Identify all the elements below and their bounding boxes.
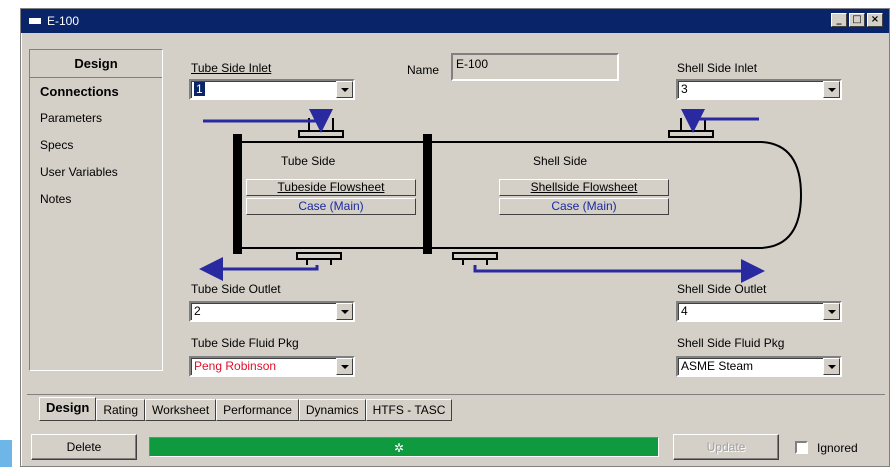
name-field[interactable]: E-100 (451, 53, 619, 81)
system-menu-icon[interactable] (29, 18, 41, 24)
delete-button[interactable]: Delete (31, 434, 137, 460)
tab-design[interactable]: Design (39, 397, 97, 421)
tube-outlet-nozzle (296, 252, 342, 260)
chevron-down-icon[interactable] (336, 358, 353, 375)
tube-sheet-left (233, 134, 242, 254)
ignored-label: Ignored (817, 441, 858, 455)
shell-side-outlet-select[interactable]: 4 (676, 301, 842, 322)
tube-side-inlet-select[interactable]: 1 (189, 79, 355, 100)
shellside-case-button[interactable]: Case (Main) (499, 198, 669, 215)
tube-side-outlet-value: 2 (194, 304, 201, 318)
shell-side-fluid-pkg-value: ASME Steam (681, 359, 754, 373)
tab-divider (27, 394, 885, 395)
chevron-down-icon[interactable] (823, 81, 840, 98)
tube-side-fluid-pkg-select[interactable]: Peng Robinson (189, 356, 355, 377)
close-button[interactable]: × (867, 13, 883, 27)
window-title: E-100 (47, 14, 80, 28)
shell-inlet-nozzle (668, 130, 714, 138)
shell-side-inlet-select[interactable]: 3 (676, 79, 842, 100)
chevron-down-icon[interactable] (823, 303, 840, 320)
sidebar-item-specs[interactable]: Specs (30, 132, 162, 159)
shellside-flowsheet-button[interactable]: Shellside Flowsheet (499, 179, 669, 196)
shell-side-title: Shell Side (533, 154, 588, 168)
shell-side-inlet-label: Shell Side Inlet (677, 61, 758, 75)
shell-side-outlet-value: 4 (681, 304, 688, 318)
tubeside-flowsheet-button[interactable]: Tubeside Flowsheet (246, 179, 416, 196)
shell-side-outlet-label: Shell Side Outlet (677, 282, 767, 296)
sidebar-header: Design (30, 50, 162, 78)
tab-htfs-tasc[interactable]: HTFS - TASC (365, 399, 453, 421)
background-strip (0, 440, 12, 467)
tube-inlet-nozzle (298, 130, 344, 138)
shellside-flowsheet-panel: Shellside Flowsheet Case (Main) (499, 179, 669, 217)
shell-inlet-stream (681, 109, 759, 133)
name-label: Name (407, 63, 440, 77)
shell-outlet-nozzle (452, 252, 498, 260)
tube-side-title: Tube Side (281, 154, 336, 168)
tab-strip: Design Rating Worksheet Performance Dyna… (39, 397, 453, 421)
design-page-list: Design Connections Parameters Specs User… (29, 49, 163, 371)
tab-performance[interactable]: Performance (216, 399, 299, 421)
tube-side-outlet-label: Tube Side Outlet (191, 282, 281, 296)
heat-exchanger-window: E-100 _ □ × Design Connections Parameter… (20, 8, 890, 467)
tube-side-fluid-pkg-value: Peng Robinson (194, 359, 277, 373)
tube-side-fluid-pkg-label: Tube Side Fluid Pkg (191, 336, 299, 350)
sidebar-item-parameters[interactable]: Parameters (30, 105, 162, 132)
shell-outlet-stream (473, 259, 765, 283)
tubeside-flowsheet-panel: Tubeside Flowsheet Case (Main) (246, 179, 416, 217)
status-bar: ✲ (149, 437, 659, 457)
sidebar-item-notes[interactable]: Notes (30, 186, 162, 213)
tube-outlet-stream (199, 257, 319, 281)
shell-side-inlet-value: 3 (681, 82, 688, 96)
name-value: E-100 (456, 57, 489, 71)
update-button[interactable]: Update (673, 434, 779, 460)
tab-dynamics[interactable]: Dynamics (298, 399, 366, 421)
tubeside-case-button[interactable]: Case (Main) (246, 198, 416, 215)
tab-worksheet[interactable]: Worksheet (145, 399, 217, 421)
sidebar-item-connections[interactable]: Connections (30, 78, 162, 105)
ignored-checkbox[interactable] (795, 441, 808, 454)
busy-icon: ✲ (394, 441, 405, 455)
shell-side-fluid-pkg-label: Shell Side Fluid Pkg (677, 336, 785, 350)
minimize-button[interactable]: _ (831, 13, 847, 27)
shell-side-fluid-pkg-select[interactable]: ASME Steam (676, 356, 842, 377)
tube-side-outlet-select[interactable]: 2 (189, 301, 355, 322)
tab-rating[interactable]: Rating (96, 399, 146, 421)
tube-inlet-stream (203, 109, 333, 133)
maximize-button[interactable]: □ (849, 13, 865, 27)
sidebar-item-user-variables[interactable]: User Variables (30, 159, 162, 186)
tube-sheet-middle (423, 134, 432, 254)
chevron-down-icon[interactable] (823, 358, 840, 375)
chevron-down-icon[interactable] (336, 303, 353, 320)
chevron-down-icon[interactable] (336, 81, 353, 98)
tube-side-inlet-value: 1 (194, 82, 205, 96)
title-bar[interactable]: E-100 _ □ × (21, 9, 889, 33)
tube-side-inlet-label: Tube Side Inlet (191, 61, 272, 75)
